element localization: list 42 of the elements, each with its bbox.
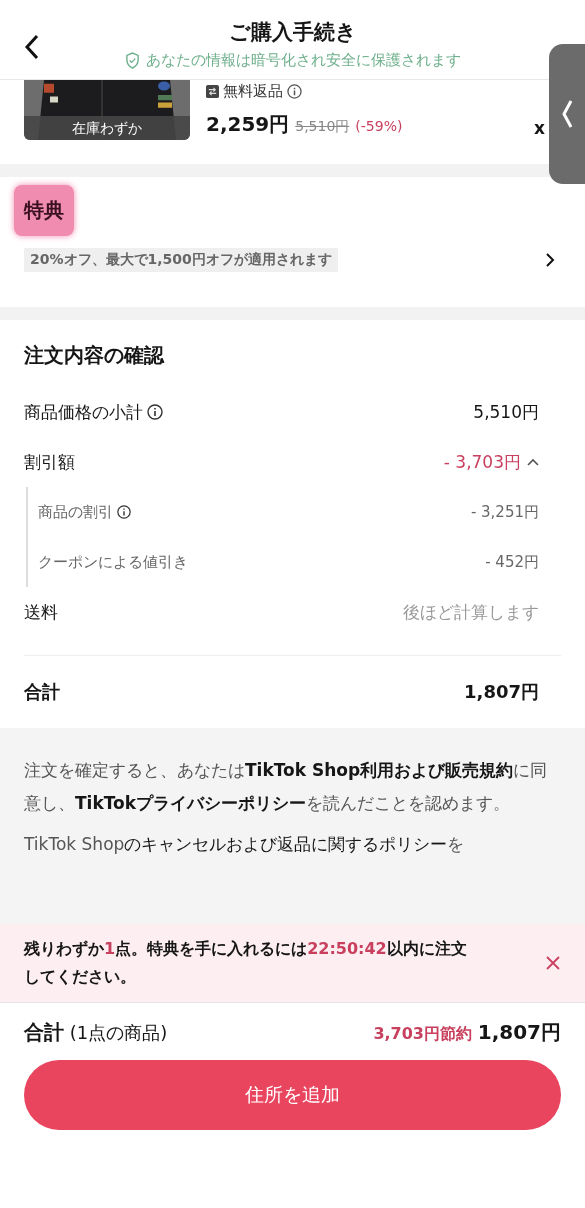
row-value: 5,510円 bbox=[473, 400, 539, 424]
original-price: 5,510円 bbox=[295, 118, 350, 136]
row-label: 割引額 bbox=[24, 450, 75, 474]
chevron-right-icon[interactable] bbox=[545, 252, 555, 268]
free-return-label: 無料返品 bbox=[223, 82, 283, 101]
row-label: クーポンによる値引き bbox=[38, 552, 188, 572]
page-title: ご購入手続き bbox=[228, 19, 357, 46]
quantity: x bbox=[534, 118, 545, 138]
total-label: 合計 bbox=[24, 1020, 64, 1044]
chevron-left-icon bbox=[561, 99, 573, 129]
stock-label: 在庫わずか bbox=[24, 116, 190, 140]
item-count: (1点の商品) bbox=[69, 1022, 168, 1043]
caret-icon[interactable] bbox=[527, 458, 539, 466]
total-label: 合計 bbox=[24, 680, 60, 704]
row-value: - 3,251円 bbox=[470, 502, 539, 522]
row-value: 後ほど計算します bbox=[403, 600, 539, 624]
deadline-notice: 残りわずか1点。特典を手に入れるには22:50:42以内に注文してください。 bbox=[24, 938, 468, 988]
benefit-description: 20%オフ、最大で1,500円オフが適用されます bbox=[24, 248, 338, 272]
info-icon[interactable] bbox=[147, 404, 163, 420]
row-label: 商品の割引 bbox=[38, 502, 113, 522]
total-value: 1,807円 bbox=[464, 680, 539, 704]
savings: 3,703円節約 bbox=[373, 1024, 472, 1043]
info-icon[interactable] bbox=[117, 505, 131, 519]
security-note: あなたの情報は暗号化され安全に保護されます bbox=[145, 51, 461, 70]
total-price: 1,807円 bbox=[477, 1020, 561, 1044]
info-icon[interactable] bbox=[287, 84, 302, 99]
side-handle[interactable] bbox=[549, 44, 585, 184]
row-value: - 452円 bbox=[485, 552, 539, 572]
benefits-title: 特典 bbox=[14, 185, 74, 236]
shield-icon bbox=[124, 52, 140, 69]
legal-text: 注文を確定すると、あなたはTikTok Shop利用および販売規約に同意し、TikTokプライバシーポリシーを読んだことを認めます。 bbox=[24, 759, 549, 815]
legal-text: TikTok Shopのキャンセルおよび返品に関するポリシーを bbox=[24, 833, 466, 856]
price: 2,259円 bbox=[206, 111, 290, 138]
add-address-button[interactable]: 住所を追加 bbox=[24, 1060, 561, 1130]
return-icon bbox=[206, 85, 219, 98]
row-value: - 3,703円 bbox=[443, 450, 521, 474]
row-label: 商品価格の小計 bbox=[24, 400, 143, 424]
discount-rate: (-59%) bbox=[355, 118, 403, 134]
back-icon[interactable] bbox=[24, 34, 40, 60]
row-label: 送料 bbox=[24, 600, 58, 624]
summary-title: 注文内容の確認 bbox=[24, 342, 166, 369]
close-icon[interactable] bbox=[545, 955, 561, 971]
